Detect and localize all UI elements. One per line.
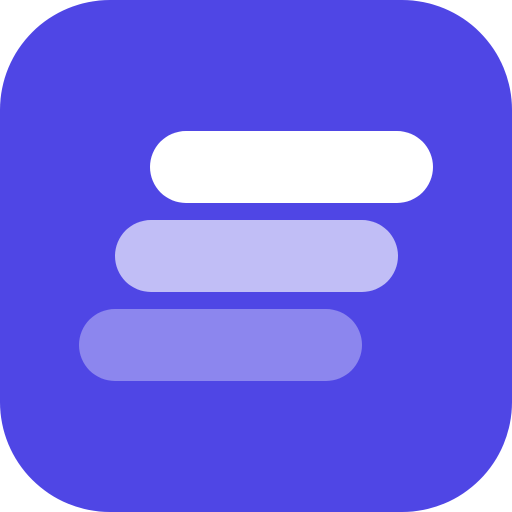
top-bar-icon <box>150 131 433 203</box>
bottom-bar-icon <box>79 309 362 381</box>
app-icon <box>0 0 512 512</box>
middle-bar-icon <box>115 220 398 292</box>
